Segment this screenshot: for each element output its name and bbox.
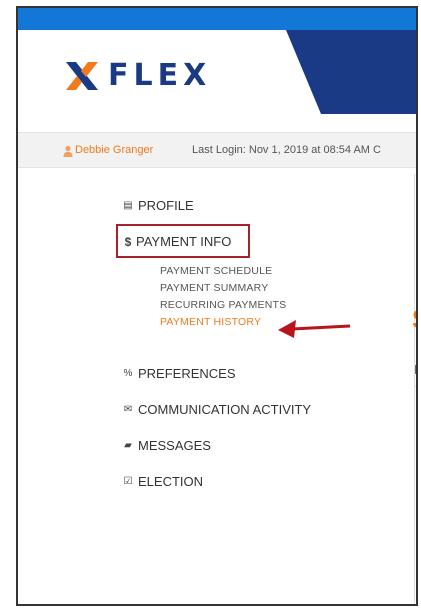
sidebar-item-label: PAYMENT INFO [136, 234, 232, 249]
flex-logo[interactable]: FLEX [62, 56, 211, 96]
sidebar-subitem-payment-summary[interactable]: PAYMENT SUMMARY [160, 282, 268, 294]
sidebar-item-label: MESSAGES [138, 438, 211, 453]
user-name-link[interactable]: Debbie Granger [75, 133, 153, 167]
content-panel-edge [414, 174, 416, 604]
content-heading-fragment: S [412, 304, 416, 335]
sidebar-item-label: COMMUNICATION ACTIVITY [138, 402, 312, 417]
app-window: FLEX Debbie Granger Last Login: Nov 1, 2… [16, 6, 418, 606]
top-bar [18, 8, 416, 30]
flex-x-logo-icon [66, 62, 98, 90]
sidebar-item-election[interactable]: ☑ ELECTION [122, 474, 204, 489]
sidebar-item-label: PREFERENCES [138, 366, 236, 381]
id-card-icon: ▤ [123, 200, 133, 211]
sidebar-item-preferences[interactable]: % PREFERENCES [122, 366, 236, 381]
sidebar-subitem-recurring-payments[interactable]: RECURRING PAYMENTS [160, 299, 286, 311]
last-login-text: Last Login: Nov 1, 2019 at 08:54 AM C [192, 144, 381, 156]
envelope-icon: ✉ [123, 404, 133, 415]
speech-bubble-icon: ▰ [124, 440, 132, 451]
content-divider [414, 386, 416, 387]
sidebar-item-messages[interactable]: ▰ MESSAGES [122, 438, 211, 453]
content-label-fragment: P [414, 362, 416, 377]
login-info-bar: Debbie Granger Last Login: Nov 1, 2019 a… [18, 132, 416, 168]
annotation-arrow-icon [278, 320, 351, 338]
sidebar-item-label: ELECTION [138, 474, 204, 489]
sidebar-subitem-payment-history[interactable]: PAYMENT HISTORY [160, 316, 261, 328]
header-banner [286, 30, 416, 114]
sidebar-item-payment-info[interactable]: $ PAYMENT INFO [124, 234, 232, 249]
sidebar-item-profile[interactable]: ▤ PROFILE [122, 198, 194, 213]
user-icon [63, 145, 73, 157]
sidebar-item-label: PROFILE [138, 198, 194, 213]
sidebar-subitem-payment-schedule[interactable]: PAYMENT SCHEDULE [160, 265, 272, 277]
sidebar-item-communication-activity[interactable]: ✉ COMMUNICATION ACTIVITY [122, 402, 311, 417]
logo-text: FLEX [108, 58, 212, 93]
checkbox-icon: ☑ [123, 476, 133, 487]
percent-icon: % [123, 368, 133, 379]
dollar-icon: $ [124, 234, 132, 249]
